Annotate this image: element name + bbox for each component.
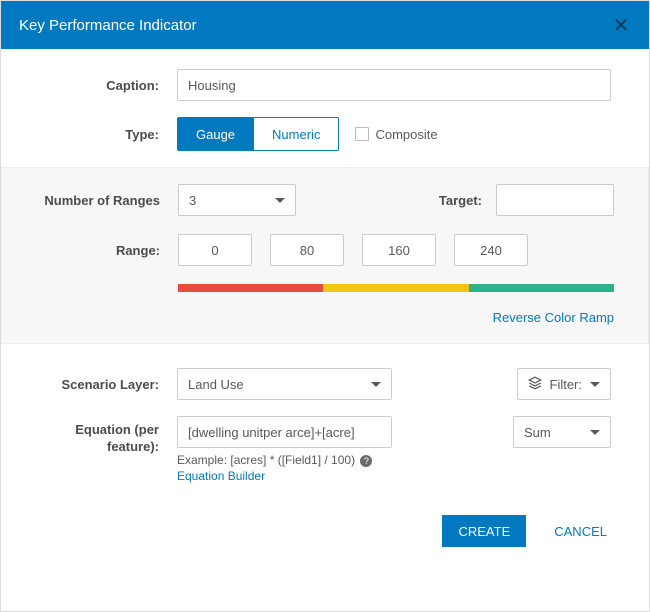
equation-input[interactable] — [177, 416, 392, 448]
close-icon[interactable]: ✕ — [611, 13, 631, 38]
chevron-down-icon — [371, 382, 381, 387]
equation-builder-link[interactable]: Equation Builder — [177, 469, 611, 483]
scenario-select[interactable]: Land Use — [177, 368, 392, 400]
help-icon[interactable]: ? — [360, 455, 372, 467]
ranges-select[interactable]: 3 — [178, 184, 296, 216]
equation-example: Example: [acres] * ([Field1] / 100) ? — [177, 453, 611, 467]
target-label: Target: — [406, 193, 496, 208]
ramp-segment-red — [178, 284, 323, 292]
color-ramp — [178, 284, 614, 292]
chevron-down-icon — [275, 198, 285, 203]
ranges-row: Number of Ranges 3 Target: — [20, 184, 614, 216]
range-inputs — [178, 234, 528, 266]
equation-label: Equation (per feature): — [23, 416, 177, 456]
range-input-3[interactable] — [454, 234, 528, 266]
checkbox-icon — [355, 127, 369, 141]
type-gauge-button[interactable]: Gauge — [177, 117, 253, 151]
filter-label: Filter: — [550, 377, 583, 392]
type-toggle: Gauge Numeric — [177, 117, 339, 151]
scenario-select-value: Land Use — [188, 377, 244, 392]
caption-input[interactable] — [177, 69, 611, 101]
filter-button[interactable]: Filter: — [517, 368, 612, 400]
layers-icon — [528, 376, 542, 392]
dialog-header: Key Performance Indicator ✕ — [1, 1, 649, 49]
ranges-label: Number of Ranges — [20, 193, 178, 208]
range-input-2[interactable] — [362, 234, 436, 266]
cancel-button[interactable]: CANCEL — [548, 523, 613, 540]
scenario-row: Scenario Layer: Land Use Filter: — [23, 368, 611, 400]
composite-checkbox-wrap[interactable]: Composite — [355, 127, 437, 142]
chevron-down-icon — [590, 382, 600, 387]
ramp-segment-green — [469, 284, 614, 292]
range-row: Range: — [20, 234, 614, 266]
caption-row: Caption: — [23, 69, 611, 101]
reverse-ramp-link[interactable]: Reverse Color Ramp — [178, 310, 614, 325]
ranges-select-value: 3 — [189, 193, 196, 208]
aggregate-select[interactable]: Sum — [513, 416, 611, 448]
caption-label: Caption: — [23, 78, 177, 93]
chevron-down-icon — [590, 430, 600, 435]
gauge-panel: Number of Ranges 3 Target: Range: — [1, 167, 649, 344]
target-input[interactable] — [496, 184, 614, 216]
range-input-1[interactable] — [270, 234, 344, 266]
type-row: Type: Gauge Numeric Composite — [23, 117, 611, 151]
scenario-label: Scenario Layer: — [23, 377, 177, 392]
dialog-body: Caption: Type: Gauge Numeric Composite N… — [1, 49, 649, 507]
type-label: Type: — [23, 127, 177, 142]
type-numeric-button[interactable]: Numeric — [253, 117, 339, 151]
equation-row: Equation (per feature): Sum Example: [ac… — [23, 416, 611, 483]
composite-label: Composite — [375, 127, 437, 142]
create-button[interactable]: CREATE — [442, 515, 526, 547]
dialog-footer: CREATE CANCEL — [1, 507, 649, 547]
dialog-title: Key Performance Indicator — [19, 17, 197, 34]
range-label: Range: — [20, 243, 178, 258]
range-input-0[interactable] — [178, 234, 252, 266]
aggregate-value: Sum — [524, 425, 551, 440]
ramp-segment-yellow — [323, 284, 468, 292]
